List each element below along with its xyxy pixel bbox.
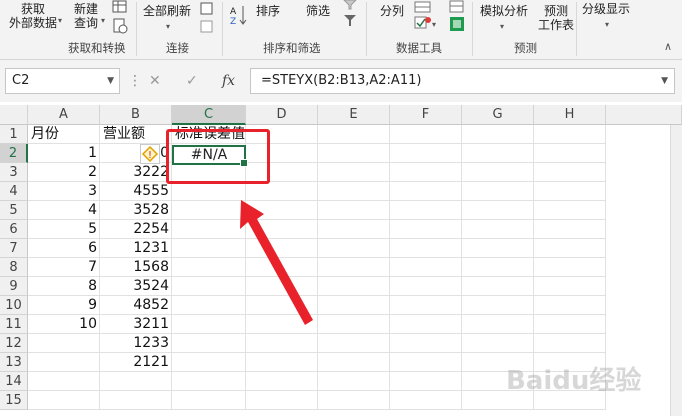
red-arrow-icon [240,200,313,325]
watermark: Baidu经验 [506,360,641,397]
watermark-text: Baidu经验 [506,366,642,396]
